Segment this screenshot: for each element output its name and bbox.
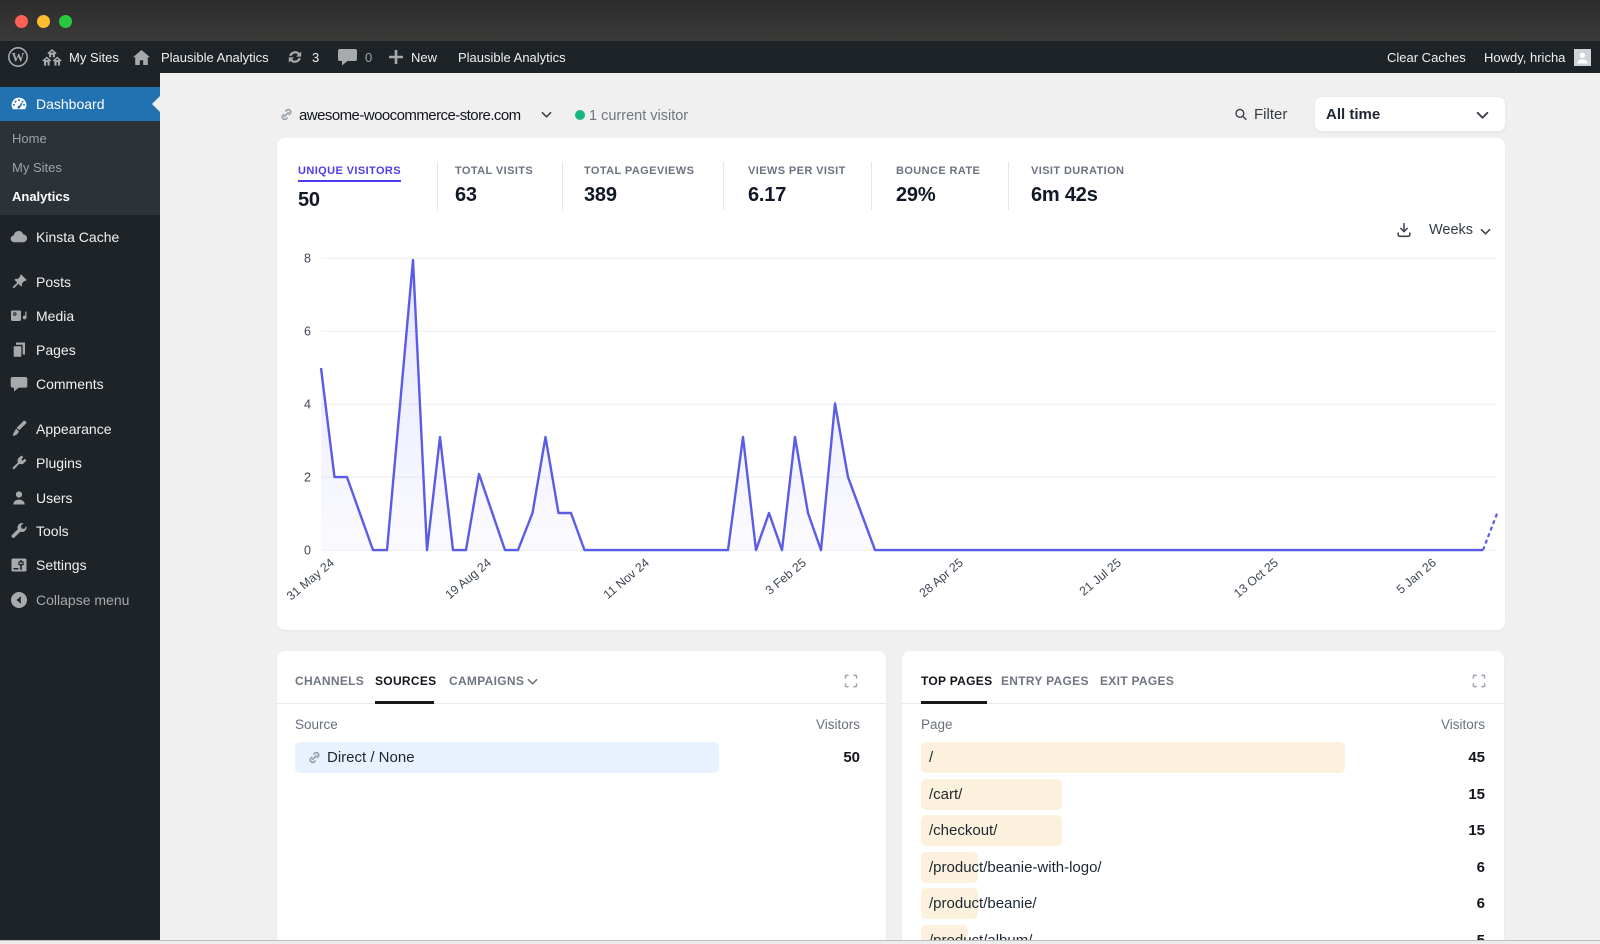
svg-text:2: 2 [304,471,311,485]
svg-text:0: 0 [304,544,311,558]
svg-text:11 Nov 24: 11 Nov 24 [601,555,652,601]
svg-text:21 Jul 25: 21 Jul 25 [1077,555,1124,598]
svg-text:5 Jan 26: 5 Jan 26 [1394,555,1439,596]
svg-text:W: W [12,50,25,64]
svg-text:13 Oct 25: 13 Oct 25 [1231,555,1281,600]
svg-text:4: 4 [304,398,311,412]
svg-text:31 May 24: 31 May 24 [284,555,337,603]
svg-text:19 Aug 24: 19 Aug 24 [442,555,494,601]
svg-text:8: 8 [304,252,311,266]
svg-text:3 Feb 25: 3 Feb 25 [763,555,809,597]
svg-text:6: 6 [304,325,311,339]
svg-text:28 Apr 25: 28 Apr 25 [917,555,966,600]
